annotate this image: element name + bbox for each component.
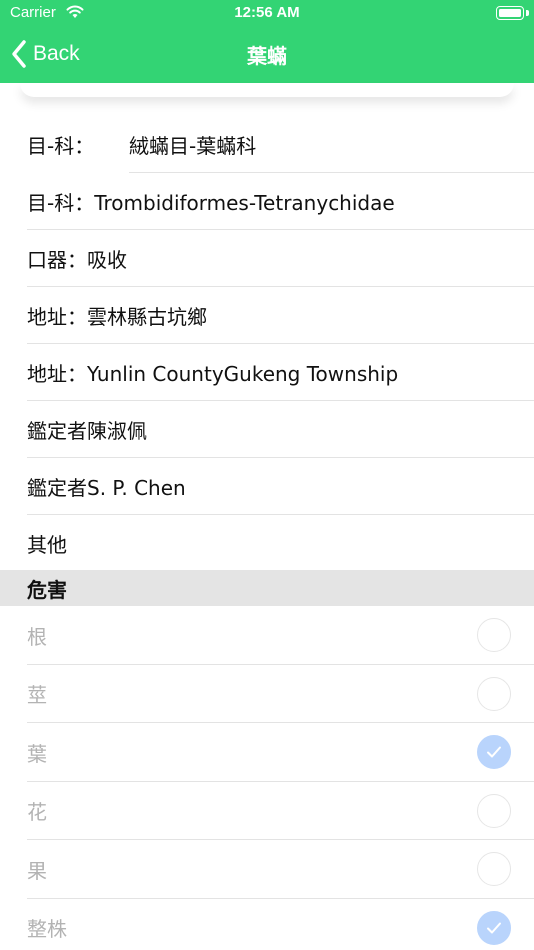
header-shadow bbox=[20, 83, 514, 97]
hazard-label: 根 bbox=[27, 624, 47, 649]
order-family-value: 絨蟎目-葉蟎科 bbox=[129, 116, 534, 173]
checkbox-circle-icon[interactable] bbox=[477, 793, 511, 828]
identifier-zh-row: 鑑定者陳淑佩 bbox=[0, 401, 534, 458]
order-family-label: 目-科： bbox=[27, 134, 95, 158]
hazard-item-stem[interactable]: 莖 bbox=[0, 665, 534, 724]
other-row: 其他 bbox=[27, 533, 67, 557]
checkbox-circle-icon[interactable] bbox=[477, 852, 511, 886]
section-header-hazard: 危害 bbox=[0, 570, 534, 606]
status-time: 12:56 AM bbox=[234, 4, 300, 21]
checkbox-circle-icon[interactable] bbox=[477, 676, 511, 711]
address-en-row: 地址：Yunlin CountyGukeng Township bbox=[0, 344, 534, 401]
hazard-item-whole-plant[interactable]: 整株 bbox=[0, 899, 534, 950]
hazard-label: 整株 bbox=[27, 917, 67, 942]
navigation-bar: Back 葉蟎 bbox=[0, 28, 534, 83]
hazard-label: 莖 bbox=[27, 683, 47, 708]
hazard-list: 根 莖 葉 花 果 整株 bbox=[0, 606, 534, 950]
battery-icon bbox=[496, 6, 524, 20]
order-family-en-row: 目-科：Trombidiformes-Tetranychidae bbox=[0, 173, 534, 230]
hazard-item-fruit[interactable]: 果 bbox=[0, 840, 534, 899]
hazard-item-flower[interactable]: 花 bbox=[0, 782, 534, 841]
address-zh-row: 地址：雲林縣古坑鄉 bbox=[0, 287, 534, 344]
checkbox-circle-icon[interactable] bbox=[477, 618, 511, 652]
identifier-en-row: 鑑定者S. P. Chen bbox=[0, 458, 534, 515]
hazard-label: 果 bbox=[27, 858, 47, 883]
mouthparts-row: 口器：吸收 bbox=[0, 230, 534, 287]
checkmark-circle-icon[interactable] bbox=[477, 735, 511, 769]
page-title: 葉蟎 bbox=[247, 44, 287, 68]
checkmark-circle-icon[interactable] bbox=[477, 910, 511, 945]
info-list: 目-科： 絨蟎目-葉蟎科 目-科：Trombidiformes-Tetranyc… bbox=[0, 116, 534, 572]
hazard-label: 花 bbox=[27, 800, 47, 825]
hazard-item-leaf[interactable]: 葉 bbox=[0, 723, 534, 782]
order-family-zh-row: 目-科： 絨蟎目-葉蟎科 bbox=[0, 116, 534, 173]
nav-header: Carrier 12:56 AM Back 葉蟎 bbox=[0, 0, 534, 83]
status-bar: Carrier 12:56 AM bbox=[0, 0, 534, 28]
hazard-item-root[interactable]: 根 bbox=[0, 606, 534, 665]
battery-tip bbox=[526, 10, 529, 16]
hazard-label: 葉 bbox=[27, 741, 47, 766]
